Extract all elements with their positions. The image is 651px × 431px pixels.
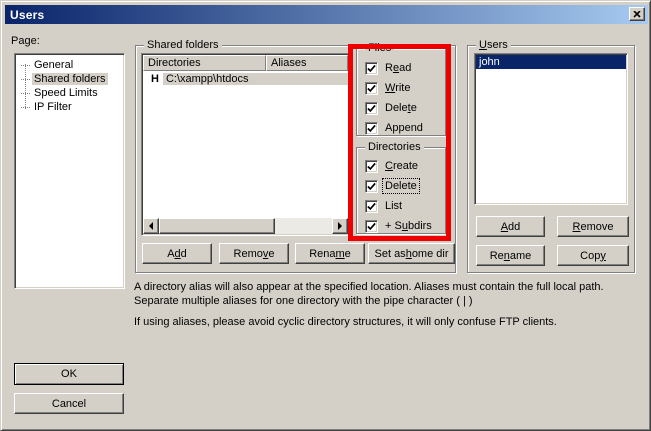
page-label: Page: bbox=[11, 35, 40, 47]
users-list[interactable]: john bbox=[474, 53, 628, 205]
red-highlight-annotation bbox=[348, 44, 451, 241]
users-dialog: Users Page: General Shared folders Speed… bbox=[0, 0, 651, 431]
window-title: Users bbox=[10, 8, 44, 22]
sidebar-item-ip-filter[interactable]: IP Filter bbox=[21, 100, 122, 114]
scroll-left-button[interactable] bbox=[143, 218, 159, 234]
shared-folders-group-label: Shared folders bbox=[144, 39, 222, 51]
tree-branch-icon bbox=[21, 79, 30, 80]
column-header-aliases[interactable]: Aliases bbox=[266, 55, 348, 71]
user-row-john[interactable]: john bbox=[476, 55, 626, 69]
cancel-button[interactable]: Cancel bbox=[14, 393, 124, 414]
shared-folders-list[interactable]: Directories Aliases H C:\xampp\htdocs bbox=[141, 53, 350, 236]
users-group-label: Users bbox=[476, 39, 511, 51]
list-header: Directories Aliases bbox=[143, 55, 348, 71]
home-dir-marker: H bbox=[151, 73, 159, 85]
arrow-right-icon bbox=[338, 222, 346, 230]
titlebar: Users bbox=[5, 5, 648, 24]
folder-row[interactable]: H C:\xampp\htdocs bbox=[143, 71, 348, 86]
user-remove-button[interactable]: Remove bbox=[557, 216, 629, 237]
folder-path: C:\xampp\htdocs bbox=[163, 73, 348, 85]
folder-rename-button[interactable]: Rename bbox=[295, 243, 365, 264]
sidebar-item-general[interactable]: General bbox=[21, 58, 122, 72]
folder-add-button[interactable]: Add bbox=[142, 243, 212, 264]
horizontal-scrollbar[interactable] bbox=[143, 218, 348, 234]
close-icon bbox=[633, 11, 641, 18]
user-add-button[interactable]: Add bbox=[476, 216, 545, 237]
user-rename-button[interactable]: Rename bbox=[476, 245, 545, 266]
alias-help-text: A directory alias will also appear at th… bbox=[134, 280, 651, 329]
scrollbar-thumb[interactable] bbox=[159, 218, 275, 234]
column-header-directories[interactable]: Directories bbox=[143, 55, 266, 71]
alias-help-paragraph-2: If using aliases, please avoid cyclic di… bbox=[134, 315, 651, 329]
scroll-right-button[interactable] bbox=[332, 218, 348, 234]
ok-button[interactable]: OK bbox=[14, 363, 124, 385]
close-button[interactable] bbox=[629, 7, 645, 21]
alias-help-paragraph-1: A directory alias will also appear at th… bbox=[134, 280, 651, 308]
user-copy-button[interactable]: Copy bbox=[557, 245, 629, 266]
tree-branch-icon bbox=[21, 107, 30, 108]
tree-branch-icon bbox=[21, 93, 30, 94]
sidebar-item-shared-folders[interactable]: Shared folders bbox=[21, 72, 122, 86]
tree-branch-icon bbox=[21, 65, 30, 66]
page-tree[interactable]: General Shared folders Speed Limits IP F… bbox=[14, 53, 125, 289]
sidebar-item-speed-limits[interactable]: Speed Limits bbox=[21, 86, 122, 100]
set-as-home-dir-button[interactable]: Set as home dir bbox=[368, 243, 455, 264]
folder-remove-button[interactable]: Remove bbox=[219, 243, 289, 264]
arrow-left-icon bbox=[145, 222, 153, 230]
